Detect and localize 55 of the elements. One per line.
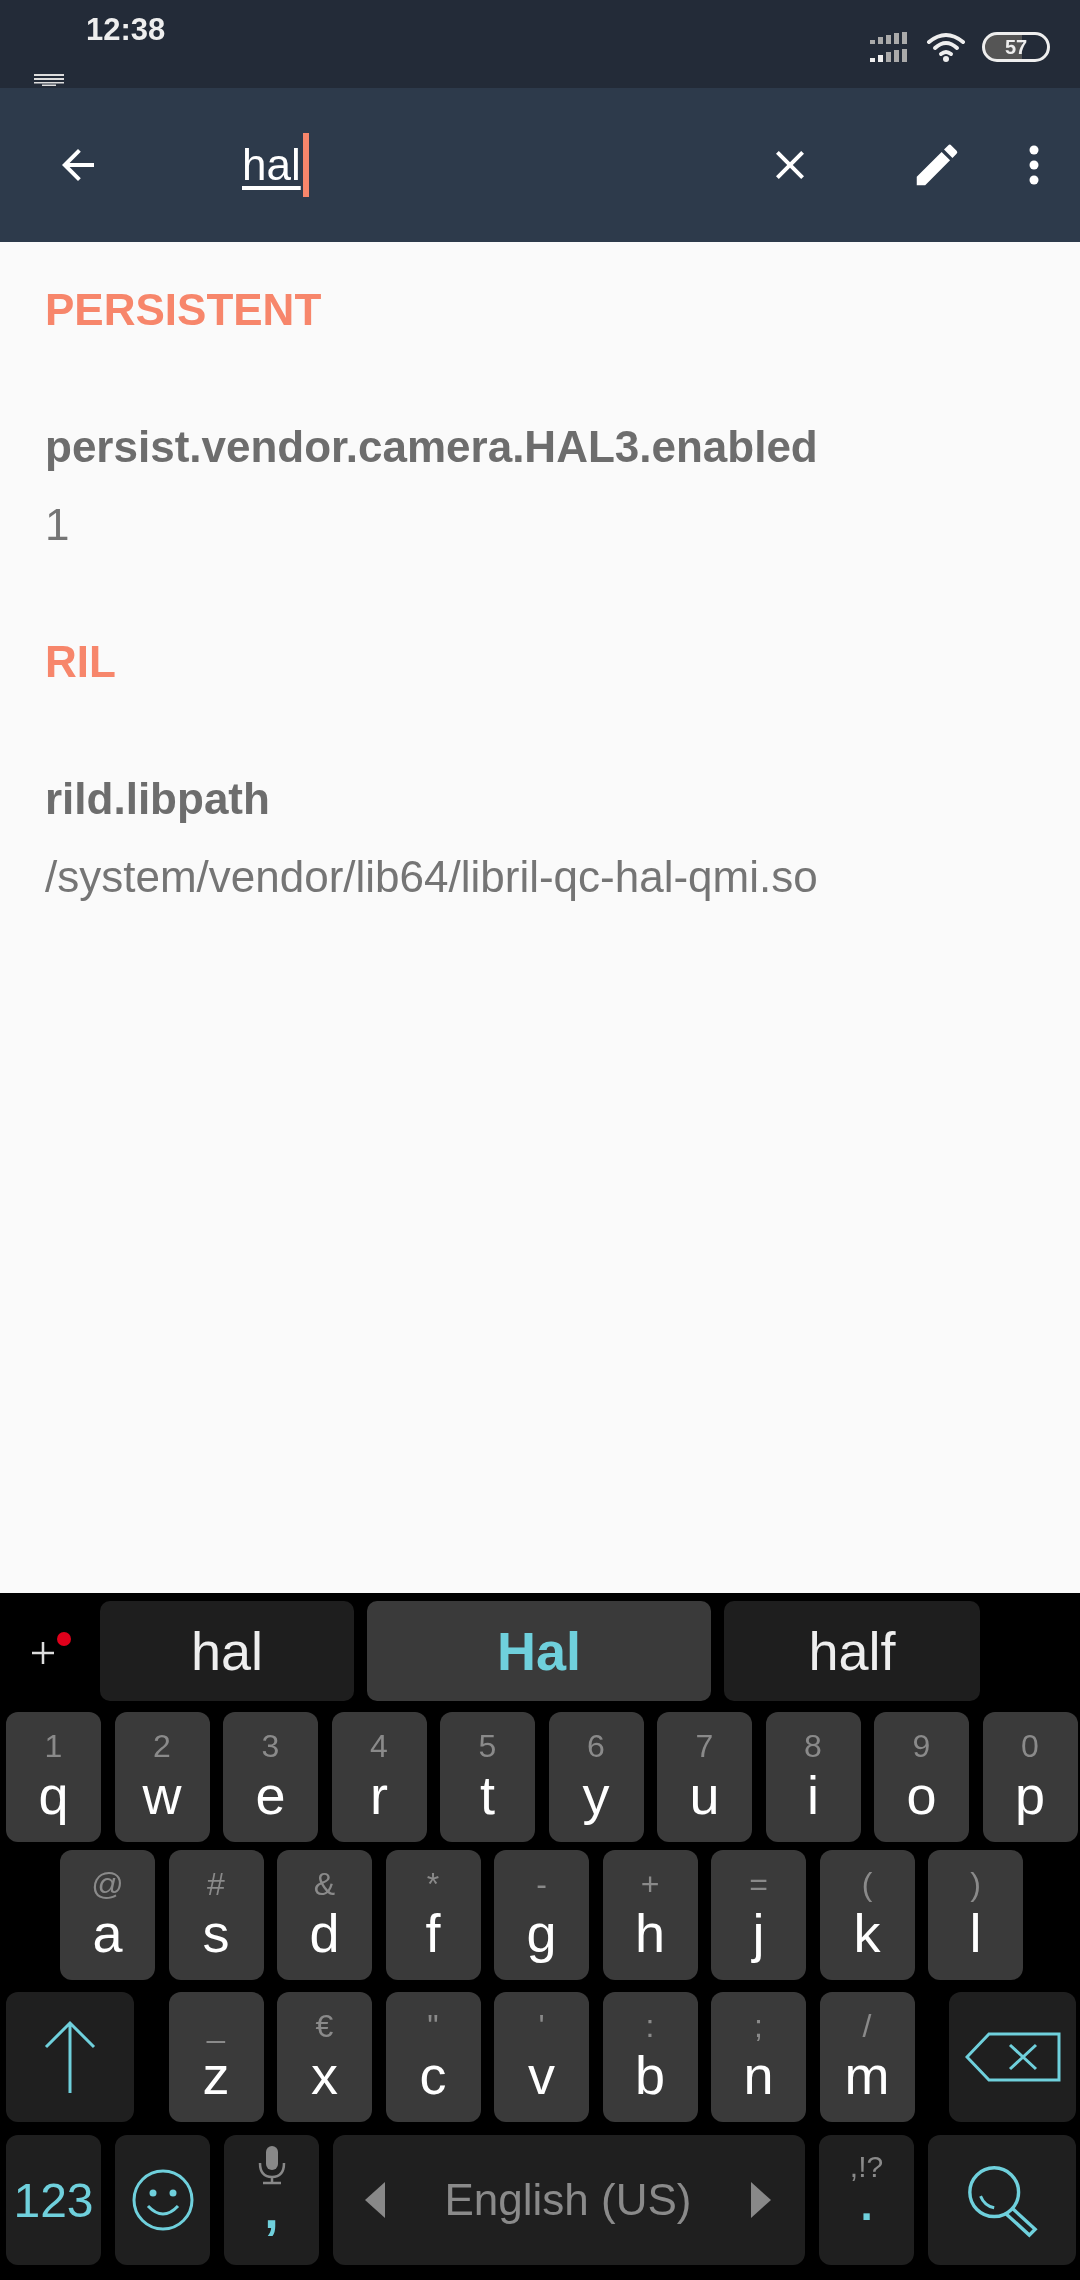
key[interactable]: ) l <box>928 1850 1023 1980</box>
smiley-icon <box>130 2168 195 2232</box>
space-key[interactable]: English (US) <box>333 2135 805 2265</box>
key[interactable]: 1 q <box>6 1712 101 1842</box>
right-arrow-icon <box>751 2182 771 2218</box>
text-cursor <box>302 133 309 197</box>
key[interactable]: + h <box>602 1850 698 1980</box>
key[interactable]: 9 o <box>874 1712 969 1842</box>
property-value: /system/vendor/lib64/libril-qc-hal-qmi.so <box>45 852 819 902</box>
key[interactable]: € x <box>277 1992 372 2122</box>
keyboard-icon <box>34 74 64 86</box>
key[interactable]: " c <box>385 1992 481 2122</box>
key[interactable]: ; n <box>711 1992 806 2122</box>
key[interactable]: 0 p <box>982 1712 1078 1842</box>
key[interactable]: # s <box>168 1850 264 1980</box>
microphone-icon <box>256 2145 287 2185</box>
battery-icon: 57 <box>982 32 1050 62</box>
key[interactable]: @ a <box>60 1850 155 1980</box>
key[interactable]: 3 e <box>223 1712 318 1842</box>
section-header: RIL <box>45 637 117 687</box>
comma-key[interactable]: , <box>224 2135 319 2265</box>
key[interactable]: 6 y <box>548 1712 644 1842</box>
key[interactable]: * f <box>385 1850 481 1980</box>
key[interactable]: 5 t <box>440 1712 535 1842</box>
symbols-key[interactable]: 123 <box>6 2135 101 2265</box>
emoji-key[interactable] <box>115 2135 210 2265</box>
key[interactable]: = j <box>711 1850 806 1980</box>
key[interactable]: 8 i <box>765 1712 861 1842</box>
key[interactable]: / m <box>819 1992 915 2122</box>
period-key[interactable]: ,!? . <box>819 2135 914 2265</box>
key[interactable]: _ z <box>168 1992 264 2122</box>
key[interactable]: : b <box>602 1992 698 2122</box>
key[interactable]: 4 r <box>331 1712 427 1842</box>
suggestion-chip[interactable]: hal <box>100 1601 354 1701</box>
key[interactable]: 2 w <box>114 1712 210 1842</box>
key[interactable]: & d <box>277 1850 372 1980</box>
property-name: rild.libpath <box>45 774 271 824</box>
signal-icon <box>870 32 910 62</box>
key[interactable]: ' v <box>494 1992 589 2122</box>
more-icon[interactable] <box>1028 145 1040 185</box>
search-key[interactable] <box>928 2135 1076 2265</box>
status-time: 12:38 <box>86 12 166 48</box>
suggestion-chip[interactable]: half <box>724 1601 980 1701</box>
property-value: 1 <box>45 500 71 550</box>
key[interactable]: 7 u <box>657 1712 752 1842</box>
backspace-key[interactable] <box>949 1992 1076 2122</box>
suggestion-chip[interactable]: Hal <box>367 1601 711 1701</box>
section-header: PERSISTENT <box>45 285 323 335</box>
left-arrow-icon <box>365 2182 385 2218</box>
backspace-icon <box>964 2032 1061 2082</box>
property-name: persist.vendor.camera.HAL3.enabled <box>45 422 819 472</box>
shift-key[interactable] <box>6 1992 134 2122</box>
key[interactable]: ( k <box>819 1850 915 1980</box>
wifi-icon <box>926 32 966 62</box>
key[interactable]: - g <box>494 1850 589 1980</box>
